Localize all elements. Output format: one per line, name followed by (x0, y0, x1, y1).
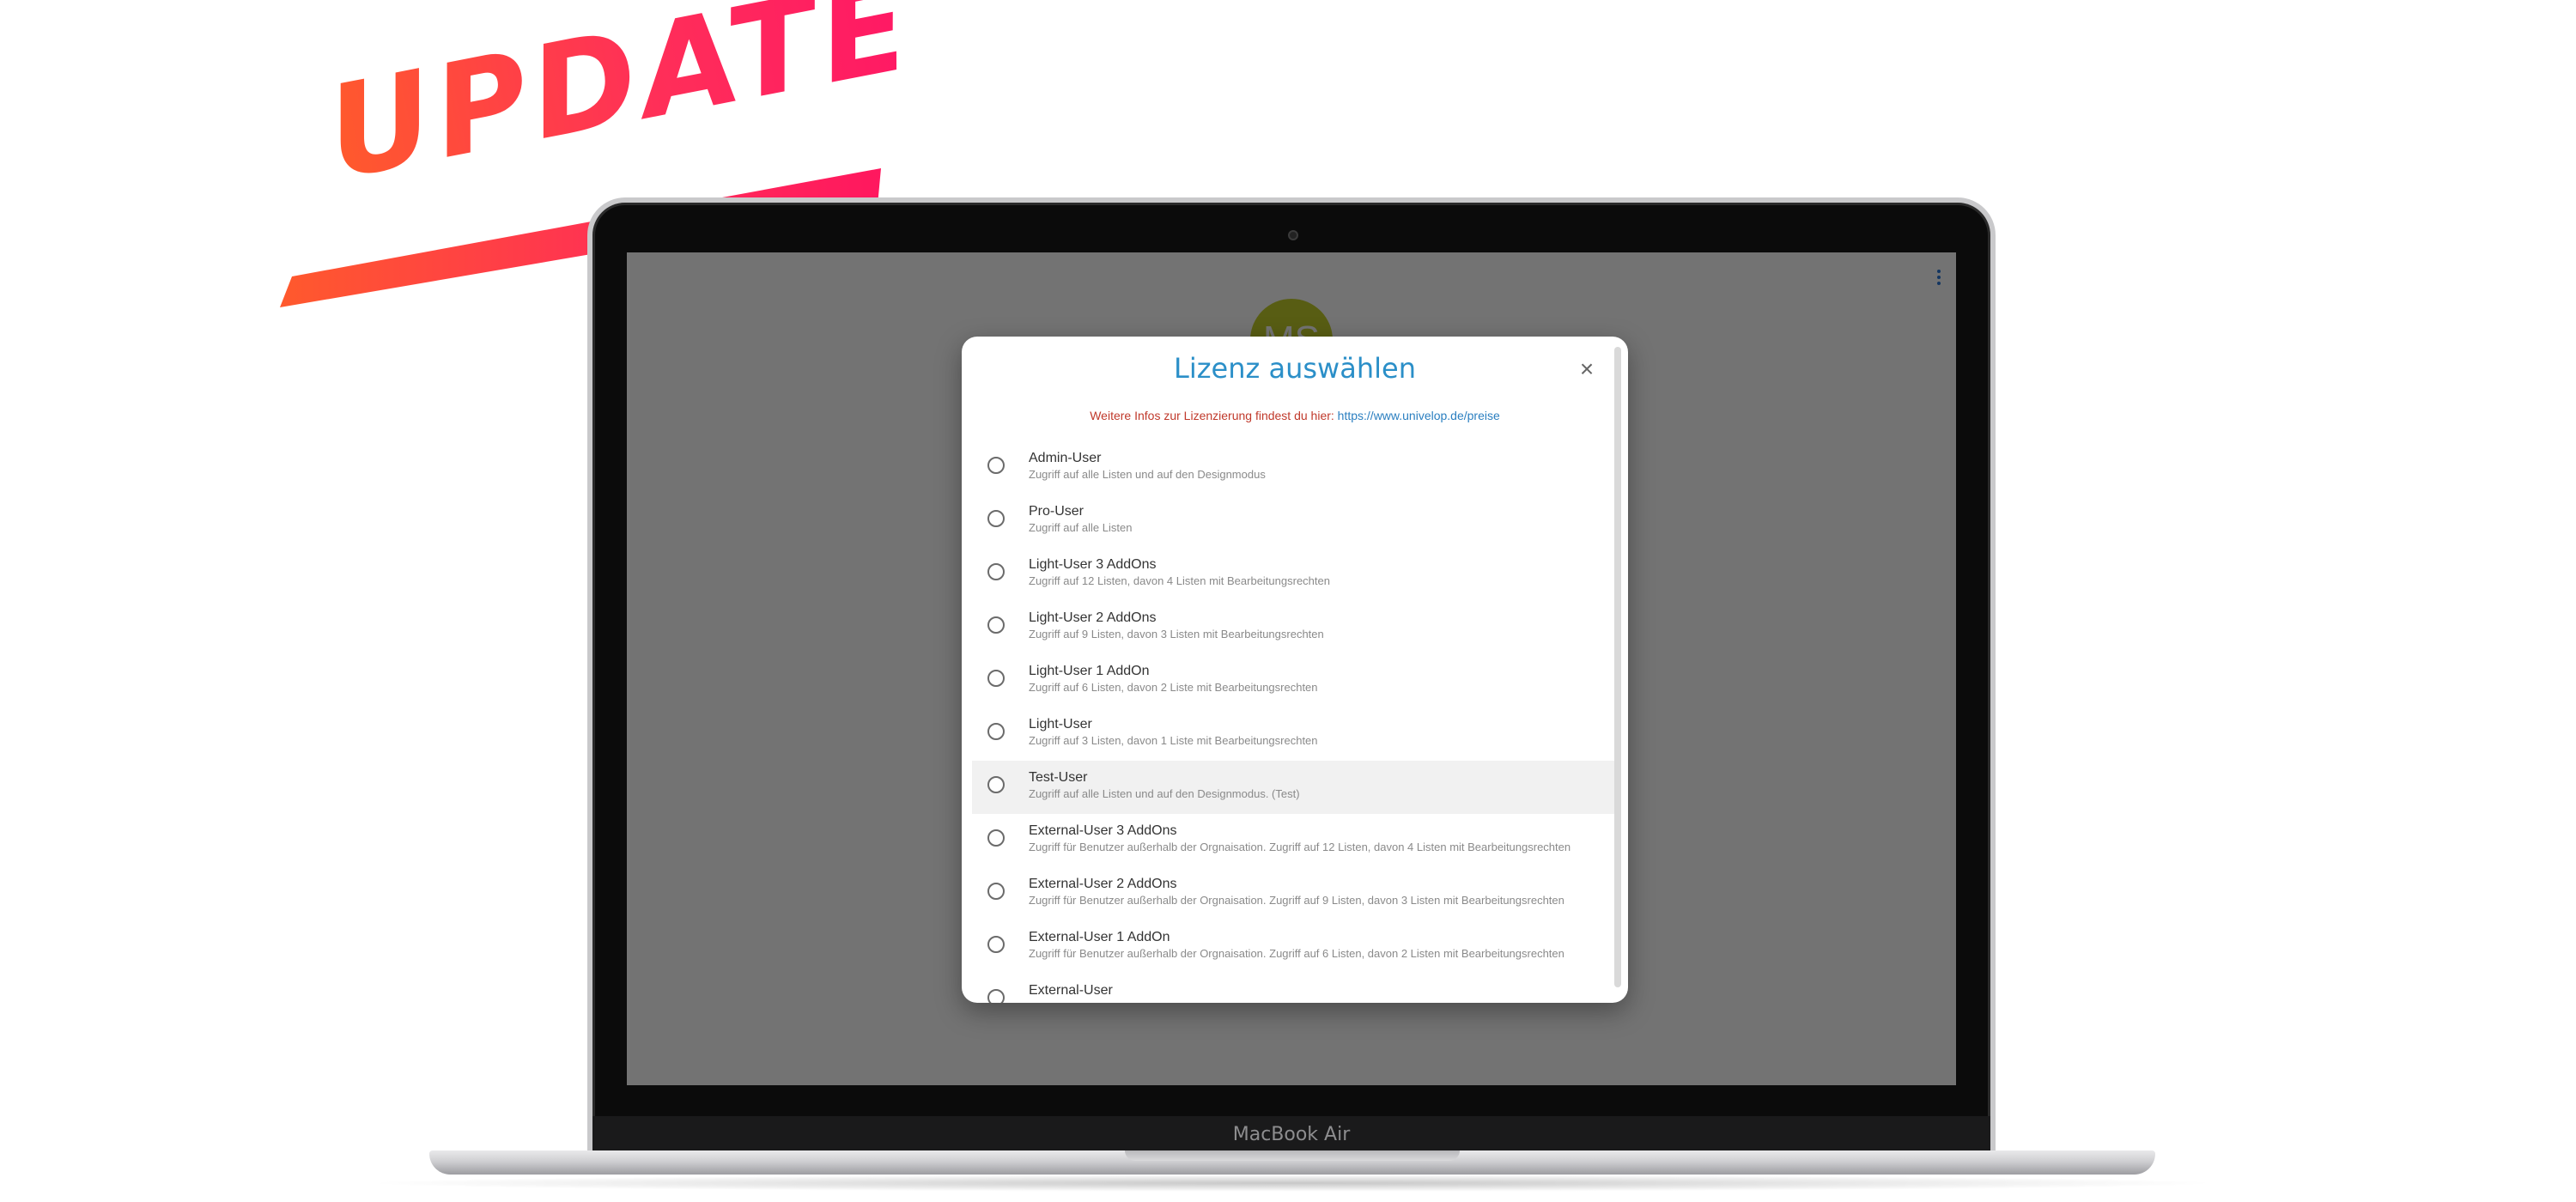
license-option-test-user[interactable]: Test-User Zugriff auf alle Listen und au… (972, 761, 1618, 814)
option-subtitle: Zugriff auf 6 Listen, davon 2 Liste mit … (1029, 681, 1318, 694)
pricing-link[interactable]: https://www.univelop.de/preise (1338, 409, 1500, 422)
option-subtitle: Zugriff auf 3 Listen, davon 1 Liste mit … (1029, 734, 1318, 747)
license-option-external-user[interactable]: External-User (972, 974, 1618, 1003)
option-title: External-User 3 AddOns (1029, 823, 1177, 838)
option-subtitle: Zugriff auf 12 Listen, davon 4 Listen mi… (1029, 574, 1330, 587)
radio-button[interactable] (987, 563, 1005, 580)
option-subtitle: Zugriff auf 9 Listen, davon 3 Listen mit… (1029, 628, 1324, 640)
license-info: Weitere Infos zur Lizenzierung findest d… (962, 409, 1628, 422)
dialog-scrollbar[interactable] (1614, 347, 1621, 987)
license-option-light-user-1-addon[interactable]: Light-User 1 AddOn Zugriff auf 6 Listen,… (972, 654, 1618, 707)
option-subtitle: Zugriff auf alle Listen (1029, 521, 1133, 534)
device-label: MacBook Air (1232, 1124, 1351, 1145)
license-option-pro-user[interactable]: Pro-User Zugriff auf alle Listen (972, 495, 1618, 548)
option-subtitle: Zugriff auf alle Listen und auf den Desi… (1029, 468, 1266, 481)
license-option-light-user[interactable]: Light-User Zugriff auf 3 Listen, davon 1… (972, 707, 1618, 761)
license-option-admin-user[interactable]: Admin-User Zugriff auf alle Listen und a… (972, 441, 1618, 495)
app-screen: MS Lizenz auswählen × Weitere Infos zur … (627, 252, 1956, 1085)
floor-shadow (361, 1175, 2224, 1192)
license-option-external-user-3-addons[interactable]: External-User 3 AddOns Zugriff für Benut… (972, 814, 1618, 867)
radio-button[interactable] (987, 616, 1005, 634)
option-subtitle: Zugriff für Benutzer außerhalb der Orgna… (1029, 841, 1571, 853)
option-subtitle: Zugriff auf alle Listen und auf den Desi… (1029, 787, 1300, 800)
info-text: Weitere Infos zur Lizenzierung findest d… (1090, 409, 1338, 422)
radio-button[interactable] (987, 936, 1005, 953)
option-title: Light-User (1029, 717, 1092, 732)
option-title: Test-User (1029, 770, 1088, 785)
option-title: Admin-User (1029, 451, 1102, 465)
radio-button[interactable] (987, 670, 1005, 687)
radio-button[interactable] (987, 883, 1005, 900)
option-title: Light-User 3 AddOns (1029, 557, 1157, 572)
radio-button[interactable] (987, 989, 1005, 1003)
license-option-light-user-2-addons[interactable]: Light-User 2 AddOns Zugriff auf 9 Listen… (972, 601, 1618, 654)
license-option-light-user-3-addons[interactable]: Light-User 3 AddOns Zugriff auf 12 Liste… (972, 548, 1618, 601)
option-subtitle: Zugriff für Benutzer außerhalb der Orgna… (1029, 894, 1564, 907)
radio-button[interactable] (987, 723, 1005, 740)
radio-button[interactable] (987, 510, 1005, 527)
license-option-external-user-2-addons[interactable]: External-User 2 AddOns Zugriff für Benut… (972, 867, 1618, 920)
option-title: External-User (1029, 983, 1113, 998)
option-title: Light-User 2 AddOns (1029, 610, 1157, 625)
camera-icon (1288, 230, 1298, 240)
option-title: External-User 1 AddOn (1029, 930, 1170, 944)
option-title: External-User 2 AddOns (1029, 877, 1177, 891)
license-list: Admin-User Zugriff auf alle Listen und a… (972, 441, 1618, 1003)
dialog-title: Lizenz auswählen (1174, 352, 1416, 385)
license-dialog: Lizenz auswählen × Weitere Infos zur Liz… (962, 337, 1628, 1003)
radio-button[interactable] (987, 829, 1005, 847)
option-title: Light-User 1 AddOn (1029, 664, 1150, 678)
close-icon[interactable]: × (1577, 357, 1597, 381)
laptop-chin: MacBook Air (592, 1116, 1990, 1154)
option-title: Pro-User (1029, 504, 1084, 519)
radio-button[interactable] (987, 776, 1005, 793)
laptop-notch (1125, 1150, 1460, 1161)
license-option-external-user-1-addon[interactable]: External-User 1 AddOn Zugriff für Benutz… (972, 920, 1618, 974)
radio-button[interactable] (987, 457, 1005, 474)
option-subtitle: Zugriff für Benutzer außerhalb der Orgna… (1029, 947, 1564, 960)
